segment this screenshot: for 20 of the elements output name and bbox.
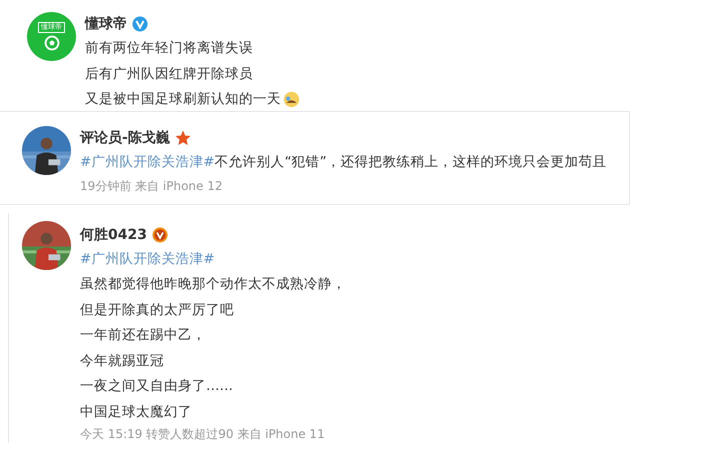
post-text: 虽然都觉得他昨晚那个动作太不成熟冷静， — [80, 275, 346, 294]
post-text: 一夜之间又自由身了…… — [80, 377, 233, 396]
verified-badge-icon — [132, 16, 148, 32]
post-text: 又是被中国足球刷新认知的一天 — [85, 90, 281, 109]
user-name[interactable]: 评论员-陈戈巍 — [80, 129, 170, 147]
post-text: 但是开除真的太严厉了吧 — [80, 300, 234, 320]
vip-badge-icon — [152, 226, 168, 242]
user-name[interactable]: 懂球帝 — [85, 15, 127, 33]
post-text: 不允许别人“犯错”，还得把教练稍上，这样的环境只会更加苟且 — [214, 153, 607, 172]
post-text: 前有两位年轻门将离谱失误 — [85, 39, 253, 58]
emoji-icon — [283, 91, 300, 108]
soccer-ball-icon — [44, 35, 60, 51]
post-meta: 19分钟前 来自 iPhone 12 — [80, 178, 224, 194]
post-text: 中国足球太魔幻了 — [80, 402, 192, 422]
post-text: 后有广州队因红牌开除球员 — [85, 64, 253, 84]
user-name[interactable]: 何胜0423 — [80, 226, 147, 244]
post-text: 今年就踢亚冠 — [80, 352, 164, 370]
post-text: 一年前还在踢中乙， — [80, 326, 206, 345]
star-icon — [174, 130, 191, 146]
post-meta: 今天 15:19 转赞人数超过90 来自 iPhone 11 — [80, 426, 326, 443]
